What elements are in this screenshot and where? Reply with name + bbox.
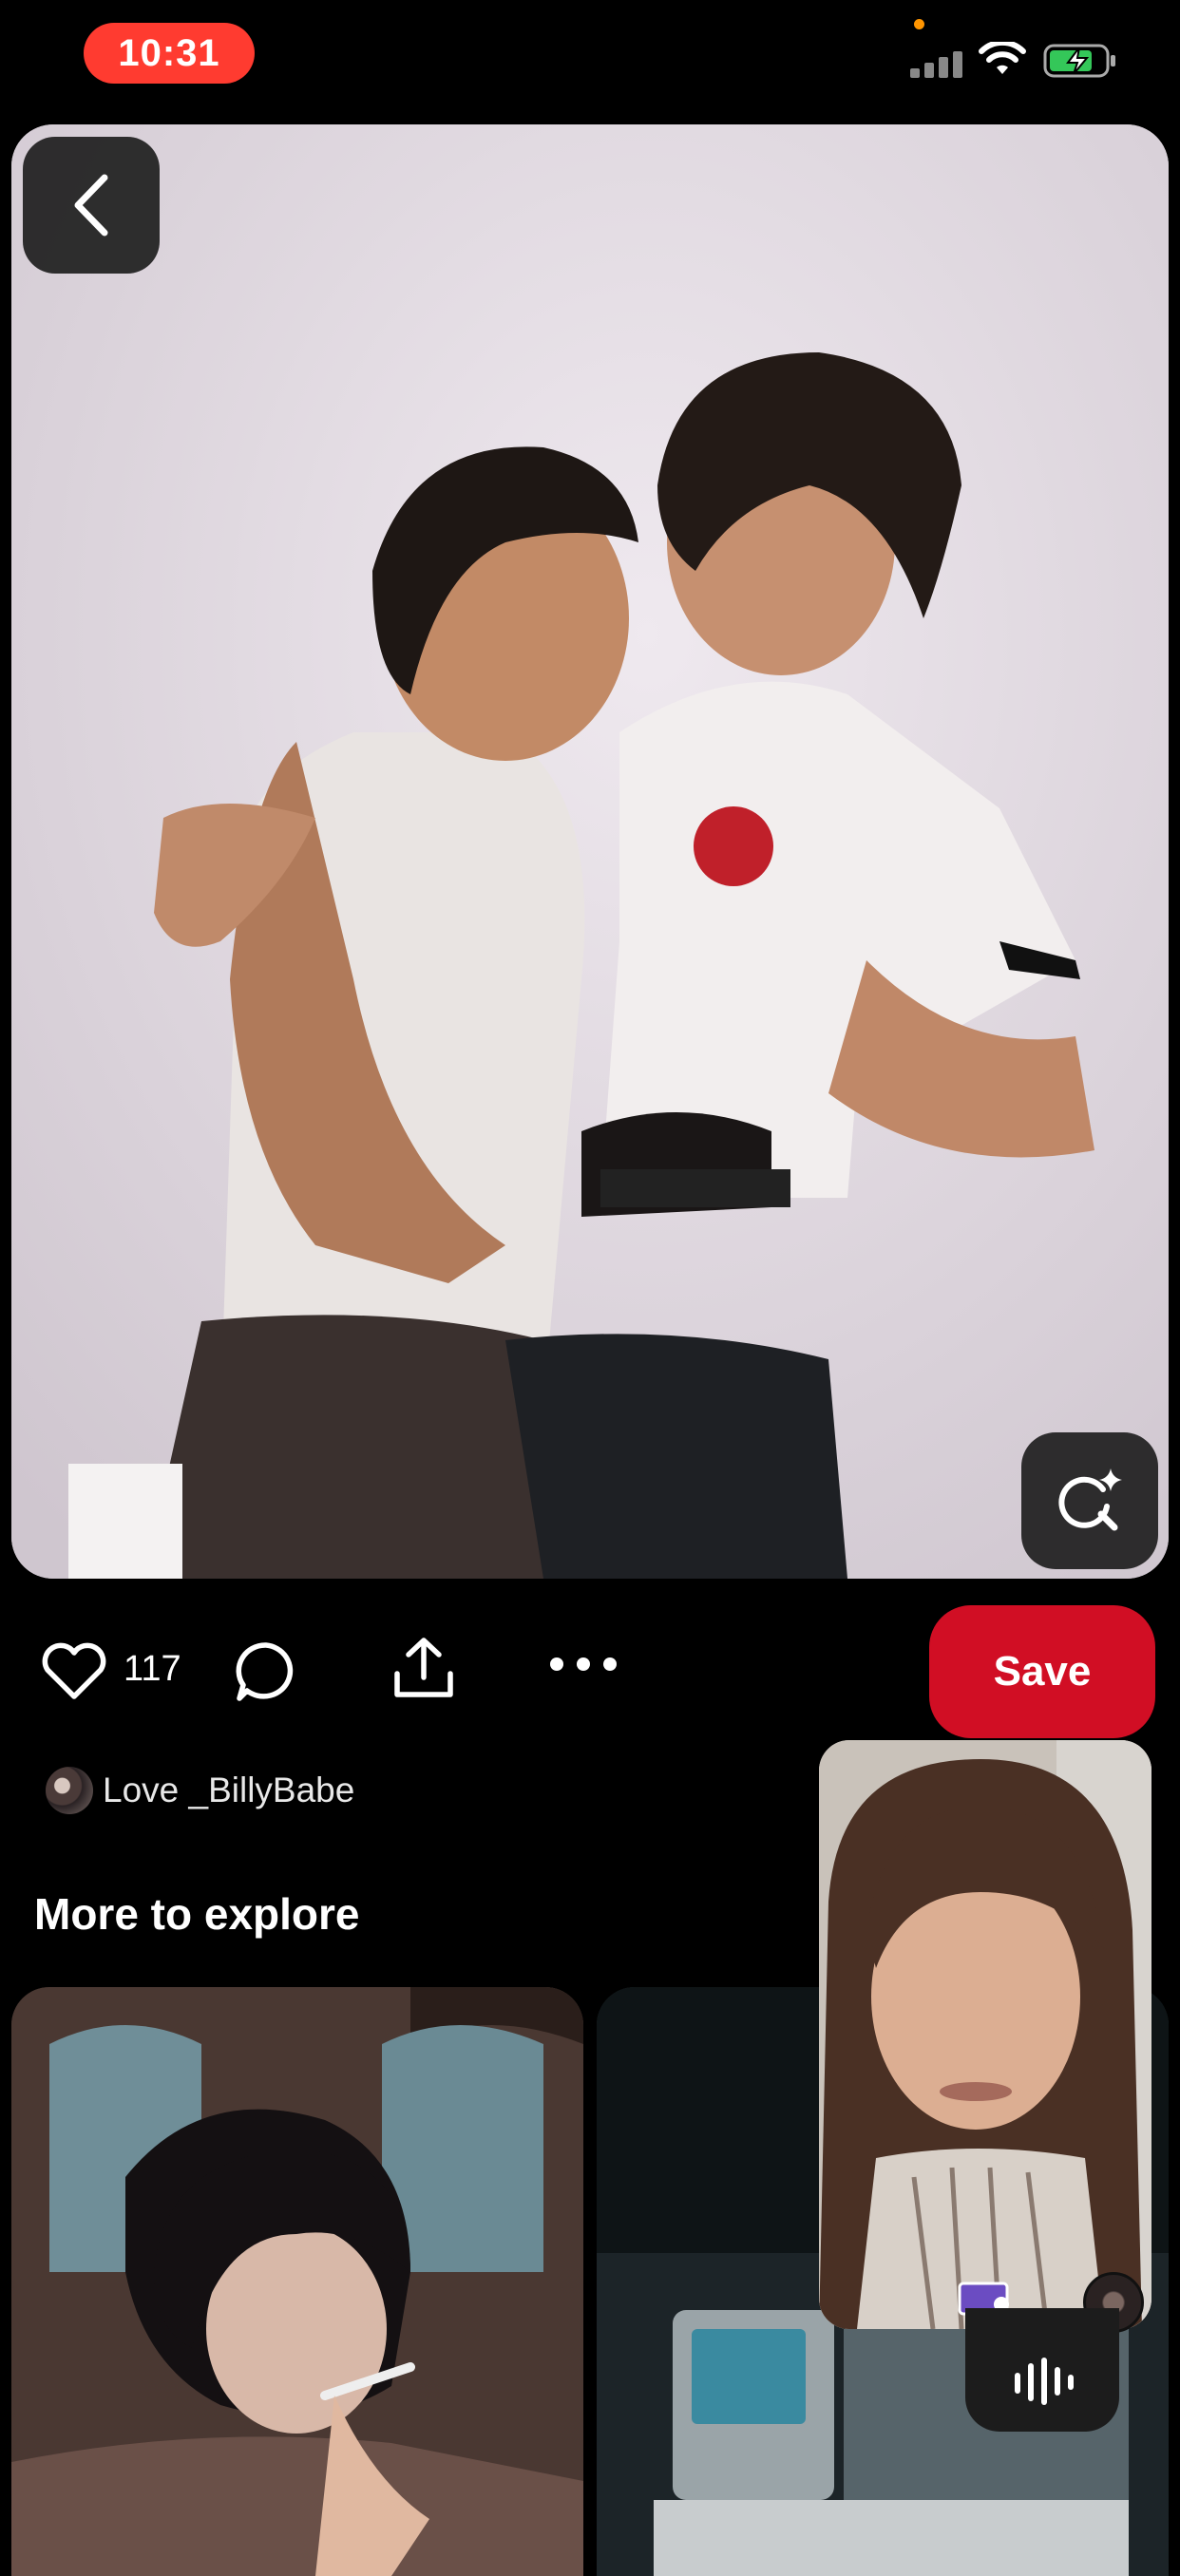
heart-icon (42, 1642, 106, 1699)
section-title: More to explore (34, 1889, 360, 1939)
pin-image[interactable] (11, 124, 1169, 1579)
wifi-icon (979, 39, 1026, 83)
share-icon (394, 1638, 453, 1697)
chevron-left-icon (74, 174, 108, 237)
back-button[interactable] (23, 137, 160, 274)
more-options-button[interactable] (549, 1653, 618, 1680)
more-icon (550, 1657, 617, 1671)
status-time[interactable]: 10:31 (84, 23, 255, 84)
recording-dot-icon (914, 19, 924, 29)
waveform-icon (1015, 2358, 1074, 2405)
like-button[interactable] (40, 1641, 108, 1707)
share-button[interactable] (390, 1636, 458, 1705)
author-avatar[interactable] (46, 1767, 93, 1814)
explore-pin-card[interactable] (11, 1987, 583, 2576)
visual-search-sparkle-icon (1058, 1468, 1122, 1531)
cellular-signal-icon (910, 46, 965, 78)
visual-search-button[interactable] (1021, 1432, 1158, 1569)
author-name[interactable]: Love _BillyBabe (103, 1771, 354, 1810)
comment-button[interactable] (234, 1639, 298, 1709)
save-button[interactable]: Save (929, 1605, 1155, 1738)
video-call-pip[interactable] (819, 1740, 1151, 2329)
battery-charging-icon (1043, 42, 1119, 85)
voice-waveform-button[interactable] (965, 2308, 1119, 2432)
like-count: 117 (124, 1649, 181, 1689)
comment-icon (236, 1642, 294, 1701)
